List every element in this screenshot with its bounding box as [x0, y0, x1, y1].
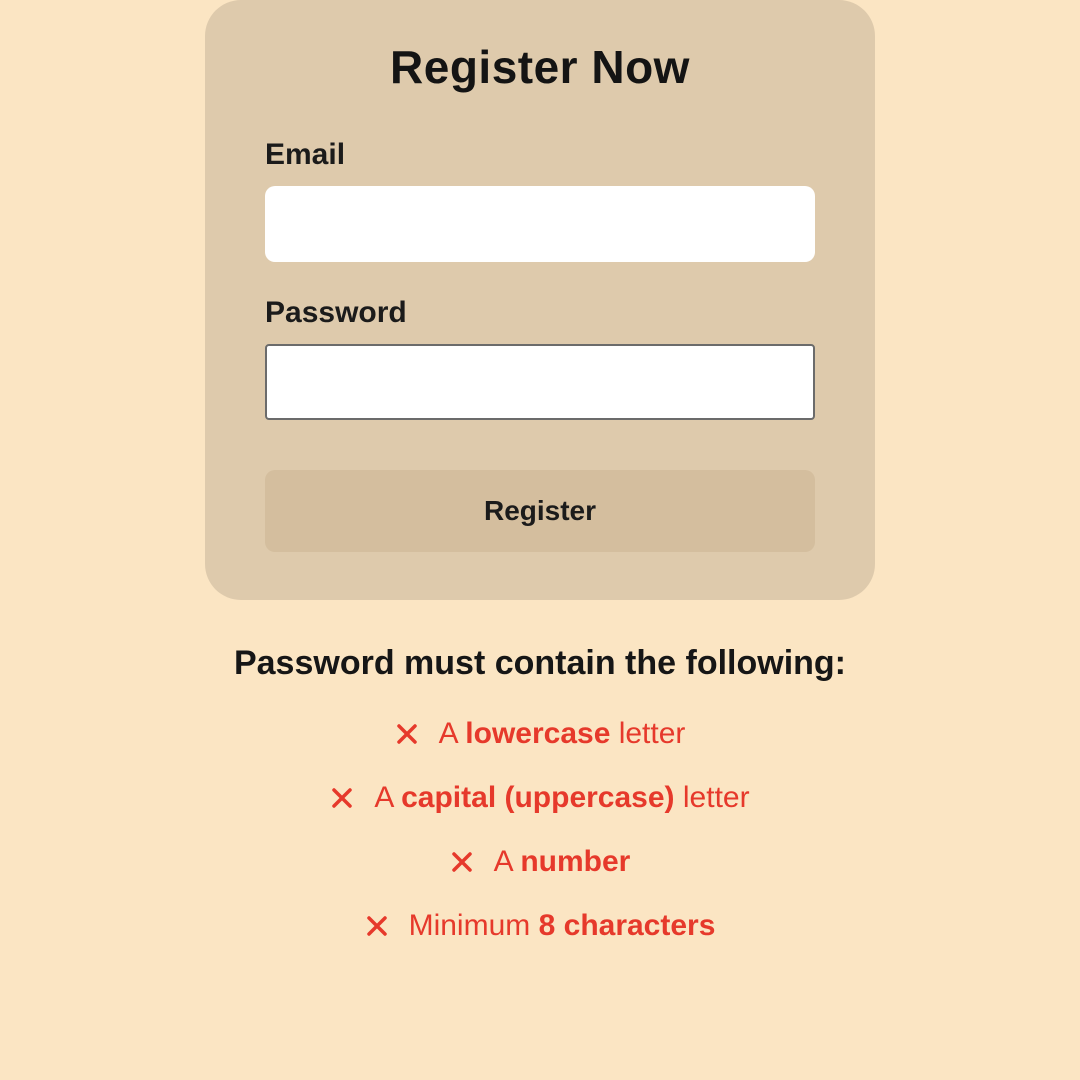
card-title: Register Now	[265, 40, 815, 94]
password-input[interactable]	[265, 344, 815, 420]
password-label: Password	[265, 296, 815, 330]
rule-text: A number	[494, 845, 631, 879]
x-icon	[330, 786, 354, 810]
x-icon	[365, 914, 389, 938]
email-label: Email	[265, 138, 815, 172]
rule-text: Minimum 8 characters	[409, 909, 716, 943]
rule-text: A lowercase letter	[439, 717, 686, 751]
register-card: Register Now Email Password Register	[205, 0, 875, 600]
x-icon	[395, 722, 419, 746]
rule-item: A capital (uppercase) letter	[0, 781, 1080, 815]
rule-item: A number	[0, 845, 1080, 879]
password-field-group: Password	[265, 296, 815, 420]
rule-item: A lowercase letter	[0, 717, 1080, 751]
x-icon	[450, 850, 474, 874]
email-field-group: Email	[265, 138, 815, 262]
rule-text: A capital (uppercase) letter	[374, 781, 749, 815]
rules-list: A lowercase letter A capital (uppercase) …	[0, 717, 1080, 943]
password-rules: Password must contain the following: A l…	[0, 644, 1080, 943]
rules-title: Password must contain the following:	[0, 644, 1080, 683]
rule-item: Minimum 8 characters	[0, 909, 1080, 943]
register-button[interactable]: Register	[265, 470, 815, 552]
email-input[interactable]	[265, 186, 815, 262]
